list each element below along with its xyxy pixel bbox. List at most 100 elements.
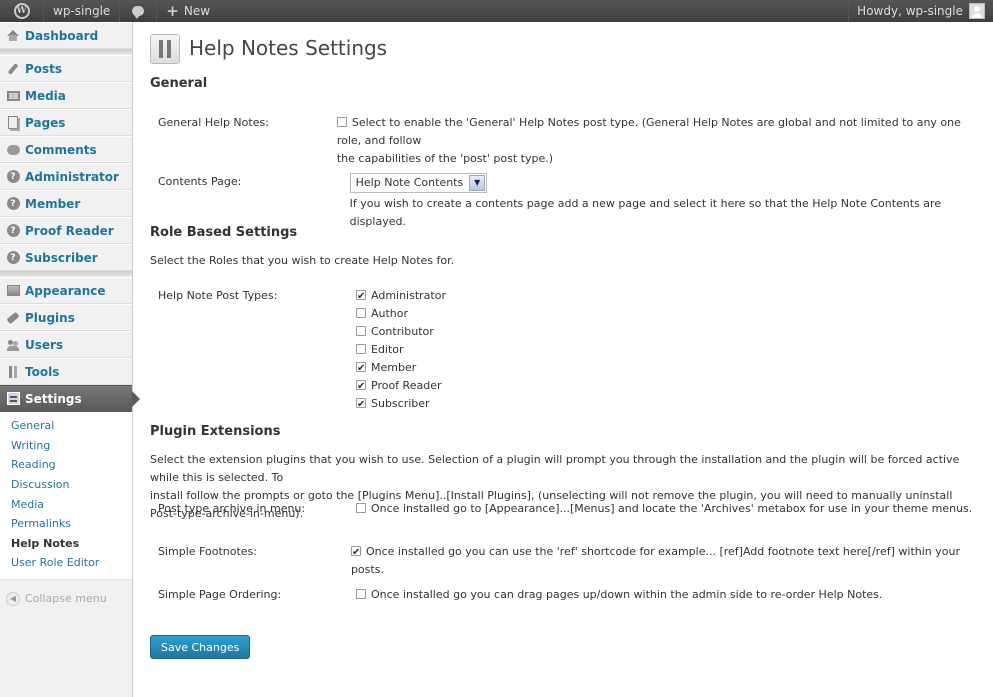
extension-checkbox-post-type-archive[interactable] (356, 503, 366, 513)
section-heading-extensions: Plugin Extensions (150, 424, 281, 439)
submenu-item-general[interactable]: General (0, 416, 132, 436)
comments-link[interactable] (120, 0, 158, 22)
site-name-label: wp-single (53, 4, 111, 18)
settings-page-icon (150, 34, 180, 64)
role-label: Editor (371, 343, 404, 356)
sidebar-item-administrator[interactable]: ? Administrator (0, 163, 132, 190)
sidebar-item-label: Plugins (25, 310, 75, 325)
submenu-item-user-role-editor[interactable]: User Role Editor (0, 553, 132, 573)
general-help-notes-desc-cont: the capabilities of the 'post' post type… (336, 152, 553, 165)
dashboard-icon (6, 29, 20, 43)
extension-desc: Once installed go you can drag pages up/… (371, 588, 883, 601)
comment-bubble-icon (132, 6, 145, 19)
sidebar-item-media[interactable]: Media (0, 82, 132, 109)
role-label: Contributor (371, 325, 434, 338)
role-option[interactable]: Administrator (356, 287, 446, 306)
role-option[interactable]: Editor (356, 341, 446, 359)
new-content-menu[interactable]: + New (157, 0, 219, 22)
sidebar-item-label: Tools (25, 364, 60, 379)
extension-row-simple-page-ordering: Simple Page Ordering: Once installed go … (158, 586, 882, 604)
role-option[interactable]: Member (356, 359, 446, 378)
submenu-item-reading[interactable]: Reading (0, 455, 132, 475)
role-option[interactable]: Author (356, 305, 446, 323)
settings-icon (6, 392, 20, 406)
sidebar-item-label: Settings (25, 391, 82, 406)
role-option[interactable]: Contributor (356, 323, 446, 341)
sidebar-item-pages[interactable]: Pages (0, 109, 132, 136)
admin-menu: Dashboard Posts Media Pages Comments ? A… (0, 22, 140, 697)
field-label: General Help Notes: (158, 116, 269, 129)
submenu-item-help-notes[interactable]: Help Notes (0, 534, 132, 554)
settings-submenu: General Writing Reading Discussion Media… (0, 412, 132, 580)
general-help-notes-checkbox[interactable] (336, 117, 347, 127)
role-checkbox-author[interactable] (356, 308, 366, 318)
contents-page-select[interactable]: Help Note Contents ▼ (349, 173, 488, 193)
appearance-icon (6, 284, 20, 298)
sidebar-item-subscriber[interactable]: ? Subscriber (0, 244, 132, 271)
submenu-item-discussion[interactable]: Discussion (0, 475, 132, 495)
field-label: Help Note Post Types: (158, 289, 278, 302)
extensions-intro-line: Select the extension plugins that you wi… (150, 453, 960, 484)
sidebar-item-tools[interactable]: Tools (0, 358, 132, 385)
admin-bar: W wp-single + New Howdy, wp-single (0, 0, 993, 22)
contents-page-desc: If you wish to create a contents page ad… (349, 197, 942, 228)
role-option[interactable]: Proof Reader (356, 377, 446, 396)
contents-page-row: Contents Page: Help Note Contents ▼ If y… (158, 173, 980, 231)
site-name-link[interactable]: wp-single (44, 0, 121, 22)
sidebar-item-appearance[interactable]: Appearance (0, 277, 132, 304)
role-label: Proof Reader (371, 379, 442, 392)
sidebar-item-label: Posts (25, 61, 63, 76)
role-option[interactable]: Subscriber (356, 395, 446, 414)
sidebar-item-posts[interactable]: Posts (0, 55, 132, 82)
role-label: Member (371, 361, 417, 374)
sidebar-item-label: Proof Reader (25, 223, 114, 238)
sidebar-item-label: Member (25, 196, 81, 211)
extension-checkbox-simple-footnotes[interactable] (350, 544, 361, 562)
submenu-item-permalinks[interactable]: Permalinks (0, 514, 132, 534)
my-account-menu[interactable]: Howdy, wp-single (848, 0, 993, 22)
section-heading-general: General (150, 76, 208, 91)
sidebar-item-dashboard[interactable]: Dashboard (0, 22, 132, 49)
chevron-down-icon: ▼ (469, 175, 486, 191)
pin-icon (6, 62, 20, 76)
help-icon: ? (6, 170, 20, 184)
submenu-item-writing[interactable]: Writing (0, 436, 132, 456)
sidebar-item-member[interactable]: ? Member (0, 190, 132, 217)
sidebar-item-comments[interactable]: Comments (0, 136, 132, 163)
sidebar-item-label: Administrator (25, 169, 119, 184)
role-checkbox-administrator[interactable] (356, 288, 366, 306)
field-label: Simple Footnotes: (158, 545, 257, 558)
extension-desc: Once installed go you can use the 'ref' … (350, 545, 960, 576)
new-content-label: New (183, 4, 211, 18)
extension-row-simple-footnotes: Simple Footnotes: Once installed go you … (158, 543, 980, 579)
role-checkbox-proof-reader[interactable] (356, 378, 366, 396)
role-checkbox-contributor[interactable] (356, 326, 366, 336)
sidebar-item-label: Users (25, 337, 64, 352)
roles-intro: Select the Roles that you wish to create… (150, 254, 455, 267)
sidebar-item-settings[interactable]: Settings (0, 385, 140, 412)
save-changes-button[interactable]: Save Changes (150, 635, 251, 659)
extension-checkbox-simple-page-ordering[interactable] (356, 589, 366, 599)
collapse-menu-button[interactable]: ◀ Collapse menu (0, 580, 132, 606)
comments-icon (6, 143, 20, 157)
collapse-menu-label: Collapse menu (25, 592, 107, 606)
role-checkbox-member[interactable] (356, 360, 366, 378)
sidebar-item-label: Media (25, 88, 66, 103)
sidebar-item-label: Dashboard (25, 28, 99, 43)
general-help-notes-row: General Help Notes: Select to enable the… (158, 114, 980, 168)
field-label: Simple Page Ordering: (158, 588, 282, 601)
role-checkbox-editor[interactable] (356, 344, 366, 354)
sidebar-item-label: Comments (25, 142, 97, 157)
sidebar-item-label: Subscriber (25, 250, 98, 265)
wp-logo-menu[interactable]: W (0, 0, 44, 22)
howdy-label: Howdy, wp-single (857, 4, 963, 18)
collapse-arrow-icon: ◀ (6, 591, 20, 606)
role-checkbox-subscriber[interactable] (356, 396, 366, 414)
submenu-item-media[interactable]: Media (0, 494, 132, 514)
plugin-icon (6, 311, 20, 325)
sidebar-item-label: Pages (25, 115, 66, 130)
sidebar-item-plugins[interactable]: Plugins (0, 304, 132, 331)
sidebar-item-proof-reader[interactable]: ? Proof Reader (0, 217, 132, 244)
main-content: Help Notes Settings General General Help… (150, 22, 980, 659)
sidebar-item-users[interactable]: Users (0, 331, 132, 358)
